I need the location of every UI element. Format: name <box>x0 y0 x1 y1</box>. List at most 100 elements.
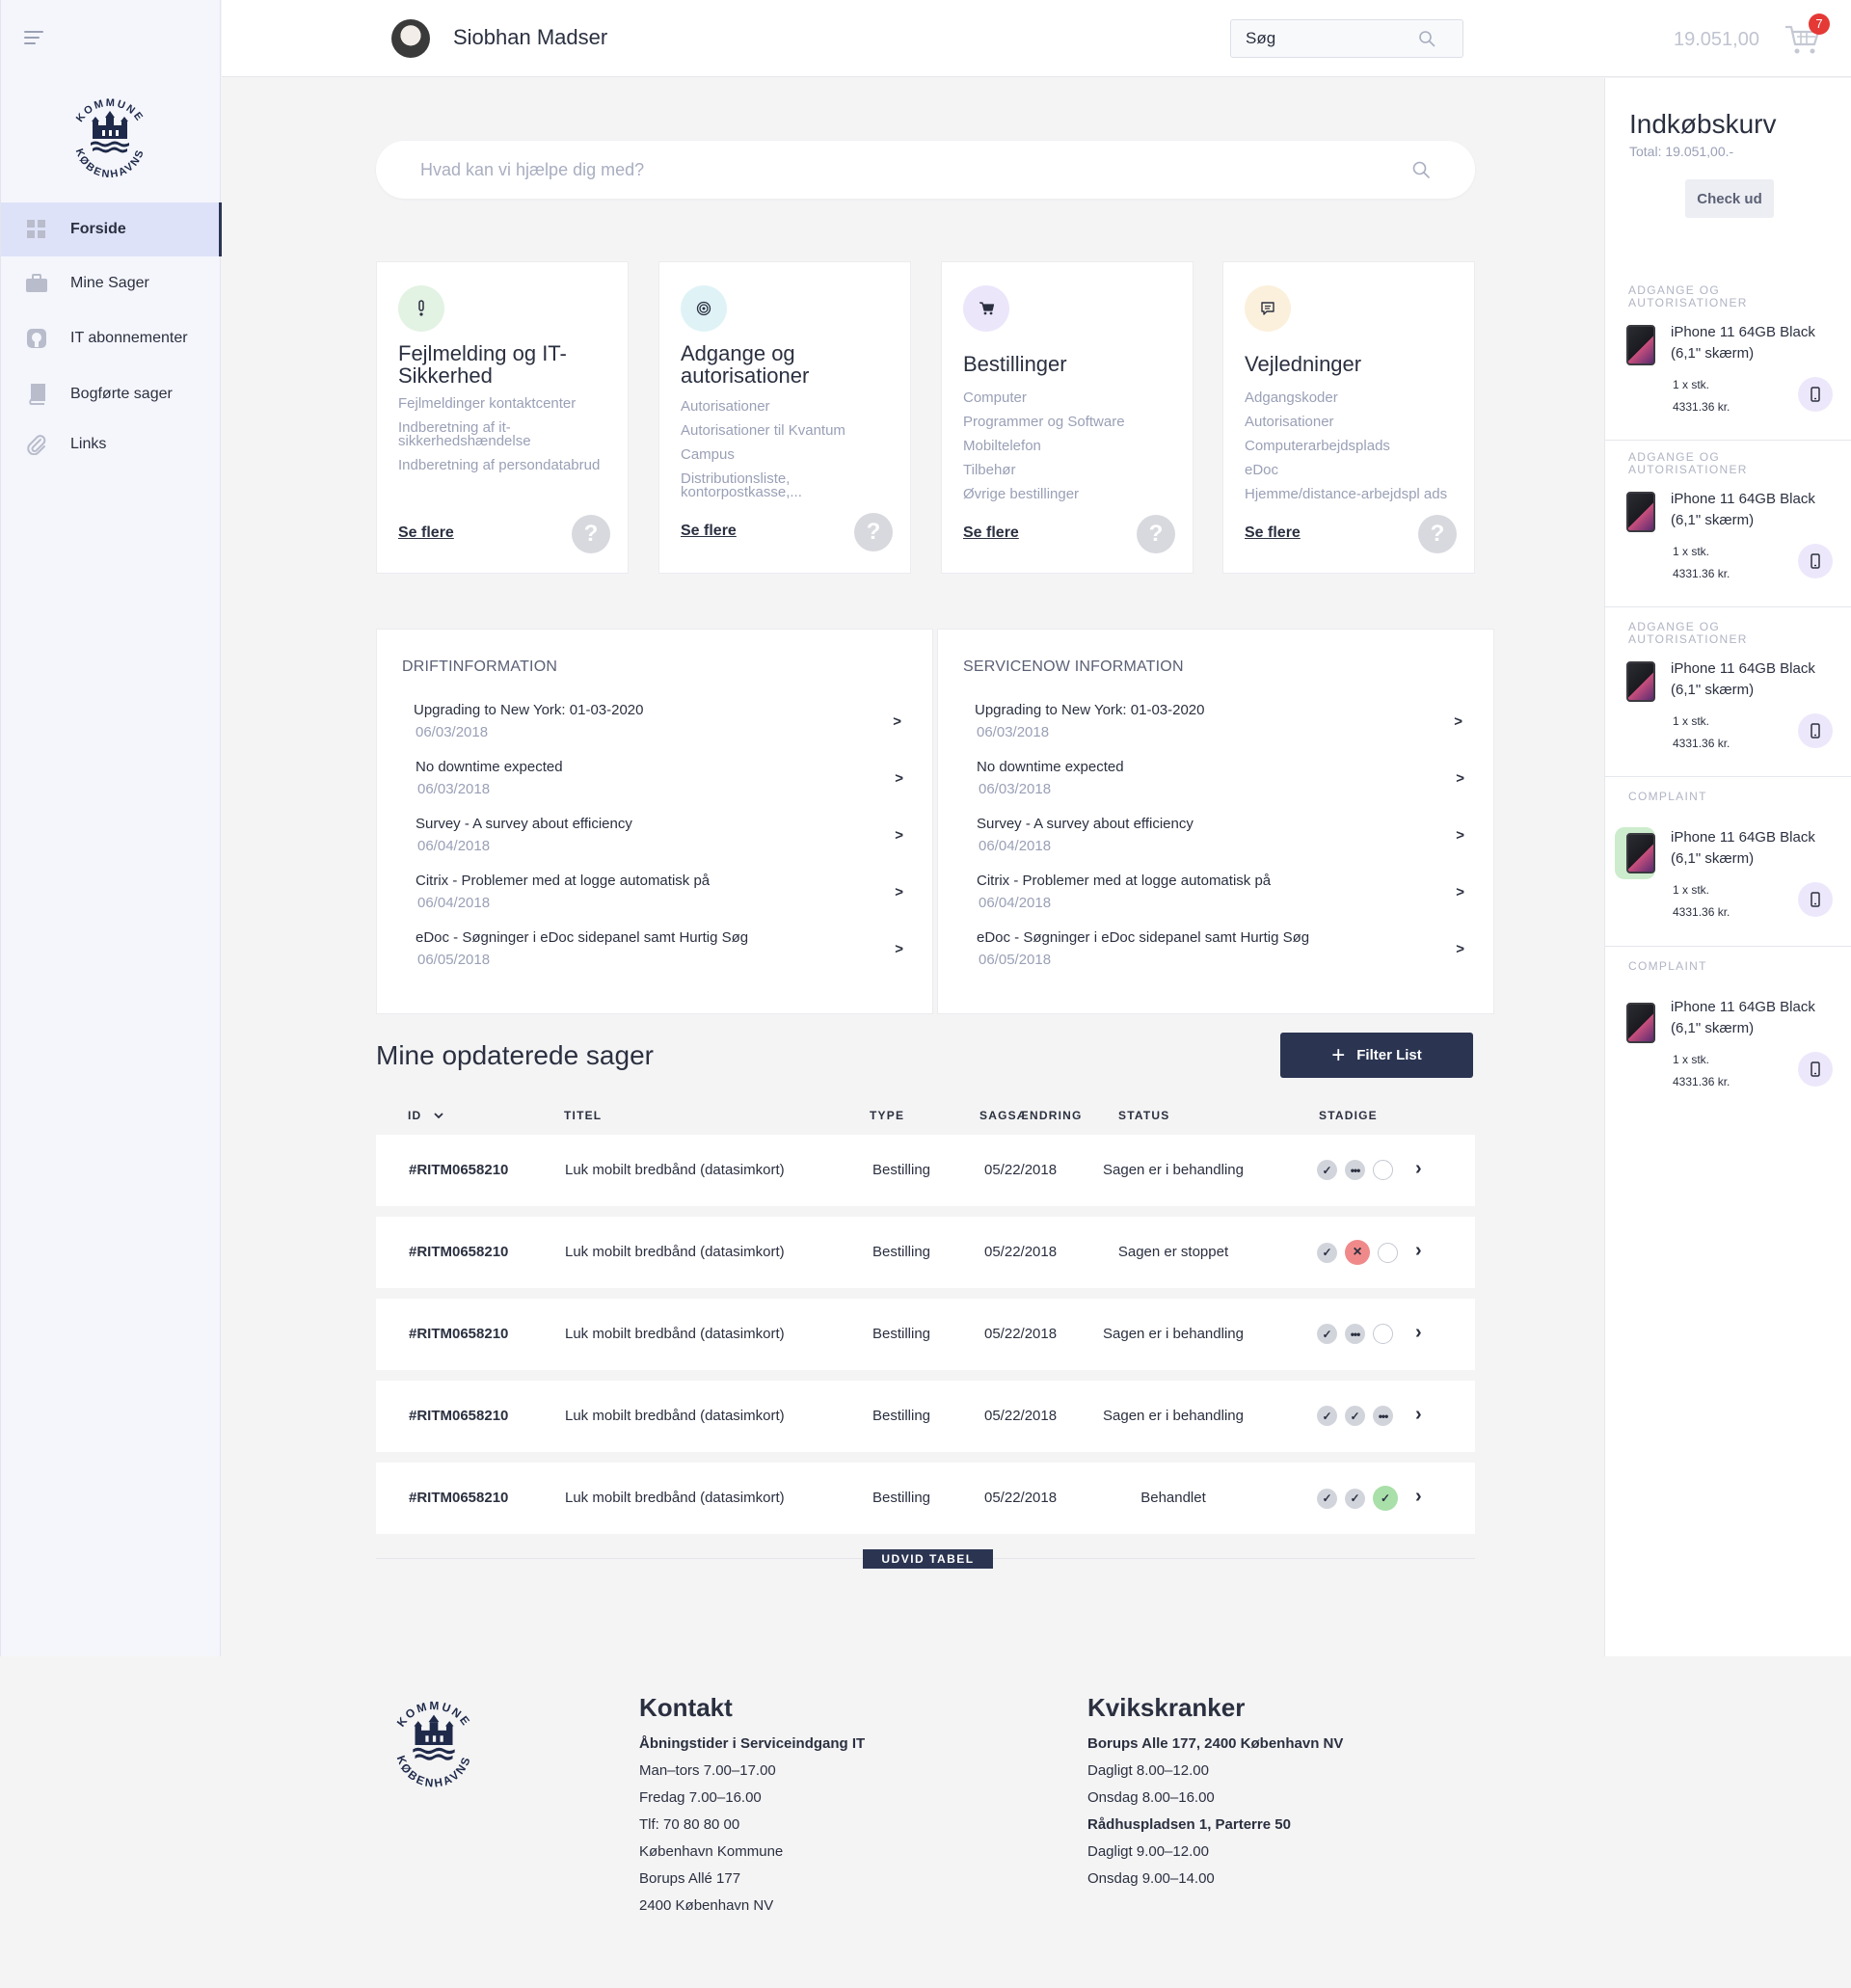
chevron-right-icon[interactable]: › <box>1415 1158 1422 1180</box>
category-card-adgange[interactable]: Adgange og autorisationer Autorisationer… <box>658 261 911 574</box>
column-header-id[interactable]: ID <box>408 1109 443 1122</box>
sidebar-item-it-abonnementer[interactable]: IT abonnementer <box>1 311 222 365</box>
info-item[interactable]: No downtime expected 06/03/2018 > <box>416 759 903 817</box>
category-link[interactable]: Fejlmeldinger kontaktcenter <box>398 396 622 411</box>
category-link[interactable]: eDoc <box>1245 463 1468 477</box>
cart-item-category: COMPLAINT <box>1628 959 1707 973</box>
sidebar-item-bogforte-sager[interactable]: Bogførte sager <box>1 367 222 421</box>
column-header-sagsaendring[interactable]: SAGSÆNDRING <box>979 1109 1083 1122</box>
category-link[interactable]: Campus <box>681 447 904 462</box>
info-item[interactable]: Upgrading to New York: 01-03-2020 06/03/… <box>975 702 1462 760</box>
cart-title: Indkøbskurv <box>1629 109 1777 139</box>
chevron-right-icon: > <box>895 770 903 787</box>
help-icon[interactable]: ? <box>1418 515 1457 553</box>
column-header-titel[interactable]: TITEL <box>564 1109 602 1122</box>
info-item[interactable]: Survey - A survey about efficiency 06/04… <box>977 816 1464 873</box>
category-title: Fejlmelding og IT-Sikkerhed <box>398 341 567 388</box>
category-link[interactable]: Indberetning af it-sikkerhedshændelse <box>398 420 622 448</box>
table-row[interactable]: #RITM0658210 Luk mobilt bredbånd (datasi… <box>376 1217 1475 1288</box>
checkout-button[interactable]: Check ud <box>1685 179 1774 218</box>
expand-table-button[interactable]: UDVID TABEL <box>863 1549 993 1569</box>
case-date: 05/22/2018 <box>984 1408 1058 1424</box>
category-link[interactable]: Øvrige bestillinger <box>963 487 1187 501</box>
search-input[interactable] <box>1231 20 1414 57</box>
info-item-title: Survey - A survey about efficiency <box>416 816 632 832</box>
cart-item[interactable]: ADGANGE OG AUTORISATIONER iPhone 11 64GB… <box>1605 438 1851 607</box>
case-date: 05/22/2018 <box>984 1162 1058 1178</box>
category-link[interactable]: Autorisationer til Kvantum <box>681 423 904 438</box>
category-link[interactable]: Tilbehør <box>963 463 1187 477</box>
category-link[interactable]: Indberetning af persondatabrud <box>398 458 622 472</box>
chevron-right-icon[interactable]: › <box>1415 1404 1422 1426</box>
info-item-title: Citrix - Problemer med at logge automati… <box>416 873 711 889</box>
info-item[interactable]: Citrix - Problemer med at logge automati… <box>977 873 1464 930</box>
user-name: Siobhan Madser <box>453 25 608 49</box>
category-card-fejlmelding[interactable]: Fejlmelding og IT-Sikkerhed Fejlmeldinge… <box>376 261 629 574</box>
menu-icon[interactable] <box>24 31 43 44</box>
sidebar-item-links[interactable]: Links <box>1 417 222 471</box>
category-link[interactable]: Programmer og Software <box>963 415 1187 429</box>
table-row[interactable]: #RITM0658210 Luk mobilt bredbånd (datasi… <box>376 1135 1475 1206</box>
category-card-vejledninger[interactable]: Vejledninger Adgangskoder Autorisationer… <box>1222 261 1475 574</box>
cart-item-category: ADGANGE OG AUTORISATIONER <box>1628 620 1748 646</box>
info-item[interactable]: Survey - A survey about efficiency 06/04… <box>416 816 903 873</box>
sidebar-item-forside[interactable]: Forside <box>1 202 222 256</box>
see-more-link[interactable]: Se flere <box>1245 524 1301 542</box>
table-row[interactable]: #RITM0658210 Luk mobilt bredbånd (datasi… <box>376 1463 1475 1534</box>
sidebar-item-label: Links <box>70 436 107 452</box>
info-item[interactable]: eDoc - Søgninger i eDoc sidepanel samt H… <box>416 929 903 987</box>
case-status: Sagen er i behandling <box>1103 1326 1244 1342</box>
chevron-right-icon: > <box>895 827 903 844</box>
phone-icon[interactable] <box>1798 713 1833 748</box>
phone-icon[interactable] <box>1798 377 1833 412</box>
category-link[interactable]: Adgangskoder <box>1245 390 1468 405</box>
category-link[interactable]: Distributionsliste, kontorpostkasse,... <box>681 471 904 499</box>
see-more-link[interactable]: Se flere <box>681 523 737 540</box>
info-item[interactable]: Citrix - Problemer med at logge automati… <box>416 873 903 930</box>
phone-icon[interactable] <box>1798 544 1833 578</box>
category-link[interactable]: Autorisationer <box>1245 415 1468 429</box>
column-header-type[interactable]: TYPE <box>870 1109 904 1122</box>
help-icon[interactable]: ? <box>854 513 893 551</box>
info-item[interactable]: eDoc - Søgninger i eDoc sidepanel samt H… <box>977 929 1464 987</box>
product-thumbnail <box>1626 492 1655 532</box>
see-more-link[interactable]: Se flere <box>963 524 1019 542</box>
cart-item[interactable]: ADGANGE OG AUTORISATIONER iPhone 11 64GB… <box>1605 607 1851 777</box>
chevron-right-icon[interactable]: › <box>1415 1240 1422 1262</box>
cart-item[interactable]: ADGANGE OG AUTORISATIONER iPhone 11 64GB… <box>1605 271 1851 441</box>
footer-line: Man–tors 7.00–17.00 <box>639 1762 776 1779</box>
column-header-status[interactable]: STATUS <box>1118 1109 1169 1122</box>
category-link[interactable]: Mobiltelefon <box>963 439 1187 453</box>
category-link[interactable]: Computer <box>963 390 1187 405</box>
category-link[interactable]: Hjemme/distance-arbejdspl ads <box>1245 487 1468 501</box>
category-card-bestillinger[interactable]: Bestillinger Computer Programmer og Soft… <box>941 261 1194 574</box>
table-row[interactable]: #RITM0658210 Luk mobilt bredbånd (datasi… <box>376 1299 1475 1370</box>
info-item[interactable]: No downtime expected 06/03/2018 > <box>977 759 1464 817</box>
info-item-date: 06/03/2018 <box>417 781 491 797</box>
cart-total: Total: 19.051,00.- <box>1629 144 1734 159</box>
chevron-right-icon[interactable]: › <box>1415 1322 1422 1344</box>
avatar[interactable] <box>391 19 430 58</box>
help-search-input[interactable] <box>376 141 1340 199</box>
sidebar-item-mine-sager[interactable]: Mine Sager <box>1 256 222 310</box>
help-icon[interactable]: ? <box>1137 515 1175 553</box>
search-icon[interactable] <box>1411 160 1431 184</box>
search-icon[interactable] <box>1418 30 1435 52</box>
cart-item[interactable]: COMPLAINT iPhone 11 64GB Black (6,1" skæ… <box>1605 777 1851 947</box>
footer-line: Dagligt 8.00–12.00 <box>1087 1762 1209 1779</box>
category-link[interactable]: Autorisationer <box>681 399 904 414</box>
kommune-logo[interactable]: KOMMUNE KØBENHAVNS <box>64 93 156 190</box>
table-row[interactable]: #RITM0658210 Luk mobilt bredbånd (datasi… <box>376 1381 1475 1452</box>
filter-list-button[interactable]: + Filter List <box>1280 1033 1473 1078</box>
phone-icon[interactable] <box>1798 882 1833 917</box>
phone-icon[interactable] <box>1798 1052 1833 1087</box>
cart-item[interactable]: COMPLAINT iPhone 11 64GB Black (6,1" skæ… <box>1605 947 1851 1116</box>
help-icon[interactable]: ? <box>572 515 610 553</box>
info-item[interactable]: Upgrading to New York: 01-03-2020 06/03/… <box>414 702 901 760</box>
pending-circle-icon <box>1378 1242 1398 1263</box>
check-icon: ✓ <box>1317 1406 1337 1426</box>
see-more-link[interactable]: Se flere <box>398 524 454 542</box>
chevron-right-icon[interactable]: › <box>1415 1486 1422 1508</box>
column-header-stadige[interactable]: STADIGE <box>1319 1109 1378 1122</box>
category-link[interactable]: Computerarbejdsplads <box>1245 439 1468 453</box>
